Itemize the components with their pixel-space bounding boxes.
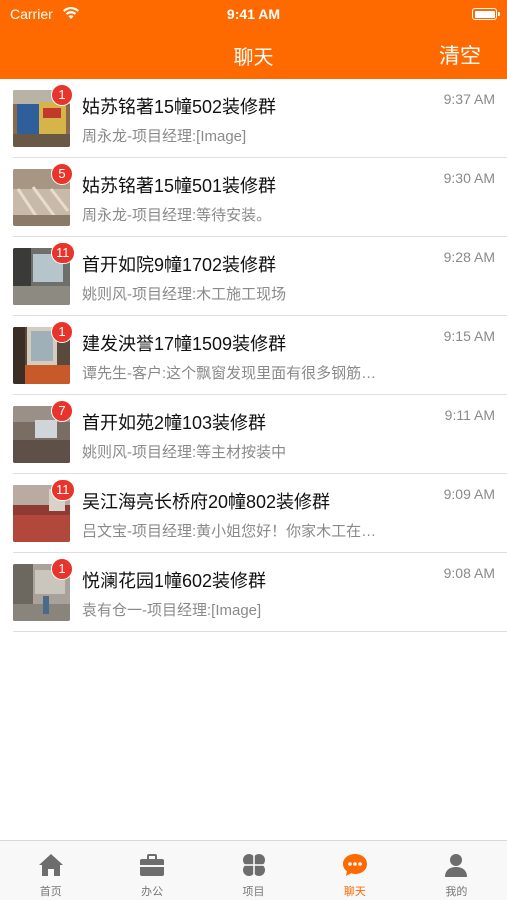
- tab-label: 聊天: [343, 886, 366, 898]
- tab-home[interactable]: 首页: [0, 841, 101, 900]
- unread-badge: 1: [51, 558, 73, 580]
- chat-preview: 周永龙-项目经理:[Image]: [82, 128, 247, 145]
- tab-label: 首页: [39, 886, 62, 898]
- briefcase-icon: [138, 851, 166, 879]
- chat-name: 首开如院9幢1702装修群: [82, 255, 277, 275]
- chat-name: 首开如苑2幢103装修群: [82, 413, 267, 433]
- chat-name: 吴江海亮长桥府20幢802装修群: [82, 492, 331, 512]
- chat-preview: 袁有仓一-项目经理:[Image]: [82, 602, 262, 619]
- page-title: 聊天: [233, 47, 274, 69]
- tab-profile[interactable]: 我的: [406, 841, 507, 900]
- chat-preview: 吕文宝-项目经理:黄小姐您好！你家木工在…: [82, 523, 377, 540]
- chat-row[interactable]: 11 吴江海亮长桥府20幢802装修群 吕文宝-项目经理:黄小姐您好！你家木工在…: [0, 474, 507, 553]
- unread-badge: 1: [51, 84, 73, 106]
- tab-label: 我的: [445, 886, 468, 898]
- chat-row[interactable]: 1 姑苏铭著15幢502装修群 周永龙-项目经理:[Image] 9:37 AM: [0, 79, 507, 158]
- chat-icon: [341, 851, 369, 879]
- grid-icon: [240, 851, 268, 879]
- chat-name: 姑苏铭著15幢502装修群: [82, 97, 277, 117]
- chat-row[interactable]: 11 首开如院9幢1702装修群 姚则风-项目经理:木工施工现场 9:28 AM: [0, 237, 507, 316]
- chat-row[interactable]: 1 建发泱誉17幢1509装修群 谭先生-客户:这个飘窗发现里面有很多钢筋… 9…: [0, 316, 507, 395]
- chat-preview: 谭先生-客户:这个飘窗发现里面有很多钢筋…: [82, 365, 377, 382]
- tab-office[interactable]: 办公: [101, 841, 202, 900]
- chat-preview: 姚则风-项目经理:等主材按装中: [82, 444, 287, 461]
- chat-row[interactable]: 1 悦澜花园1幢602装修群 袁有仓一-项目经理:[Image] 9:08 AM: [0, 553, 507, 632]
- chat-row[interactable]: 7 首开如苑2幢103装修群 姚则风-项目经理:等主材按装中 9:11 AM: [0, 395, 507, 474]
- unread-badge: 11: [51, 479, 75, 501]
- status-time: 9:41 AM: [226, 6, 281, 22]
- nav-bar: 聊天 清空: [0, 28, 507, 79]
- unread-badge: 7: [51, 400, 73, 422]
- chat-name: 建发泱誉17幢1509装修群: [82, 334, 287, 354]
- unread-badge: 1: [51, 321, 73, 343]
- clear-button[interactable]: 清空: [439, 40, 481, 70]
- battery-icon: [472, 8, 500, 20]
- chat-row[interactable]: 5 姑苏铭著15幢501装修群 周永龙-项目经理:等待安装。 9:30 AM: [0, 158, 507, 237]
- chat-preview: 姚则风-项目经理:木工施工现场: [82, 286, 287, 303]
- tab-label: 项目: [242, 886, 265, 898]
- unread-badge: 11: [51, 242, 75, 264]
- chat-time: 9:08 AM: [443, 565, 495, 581]
- chat-time: 9:30 AM: [443, 170, 495, 186]
- chat-preview: 周永龙-项目经理:等待安装。: [82, 207, 272, 224]
- tab-projects[interactable]: 项目: [203, 841, 304, 900]
- chat-time: 9:15 AM: [443, 328, 495, 344]
- unread-badge: 5: [51, 163, 73, 185]
- chat-list: 1 姑苏铭著15幢502装修群 周永龙-项目经理:[Image] 9:37 AM…: [0, 79, 507, 632]
- tab-label: 办公: [141, 886, 164, 898]
- chat-time: 9:28 AM: [443, 249, 495, 265]
- chat-time: 9:37 AM: [443, 91, 495, 107]
- divider: [13, 631, 507, 632]
- tab-bar: 首页 办公 项目 聊天 我的: [0, 840, 507, 900]
- person-icon: [442, 851, 470, 879]
- status-bar: Carrier 9:41 AM: [0, 0, 507, 28]
- chat-name: 姑苏铭著15幢501装修群: [82, 176, 277, 196]
- home-icon: [37, 851, 65, 879]
- chat-name: 悦澜花园1幢602装修群: [82, 571, 267, 591]
- chat-time: 9:09 AM: [443, 486, 495, 502]
- header: Carrier 9:41 AM 聊天 清空: [0, 0, 507, 79]
- tab-chat[interactable]: 聊天: [304, 841, 405, 900]
- chat-time: 9:11 AM: [444, 407, 495, 423]
